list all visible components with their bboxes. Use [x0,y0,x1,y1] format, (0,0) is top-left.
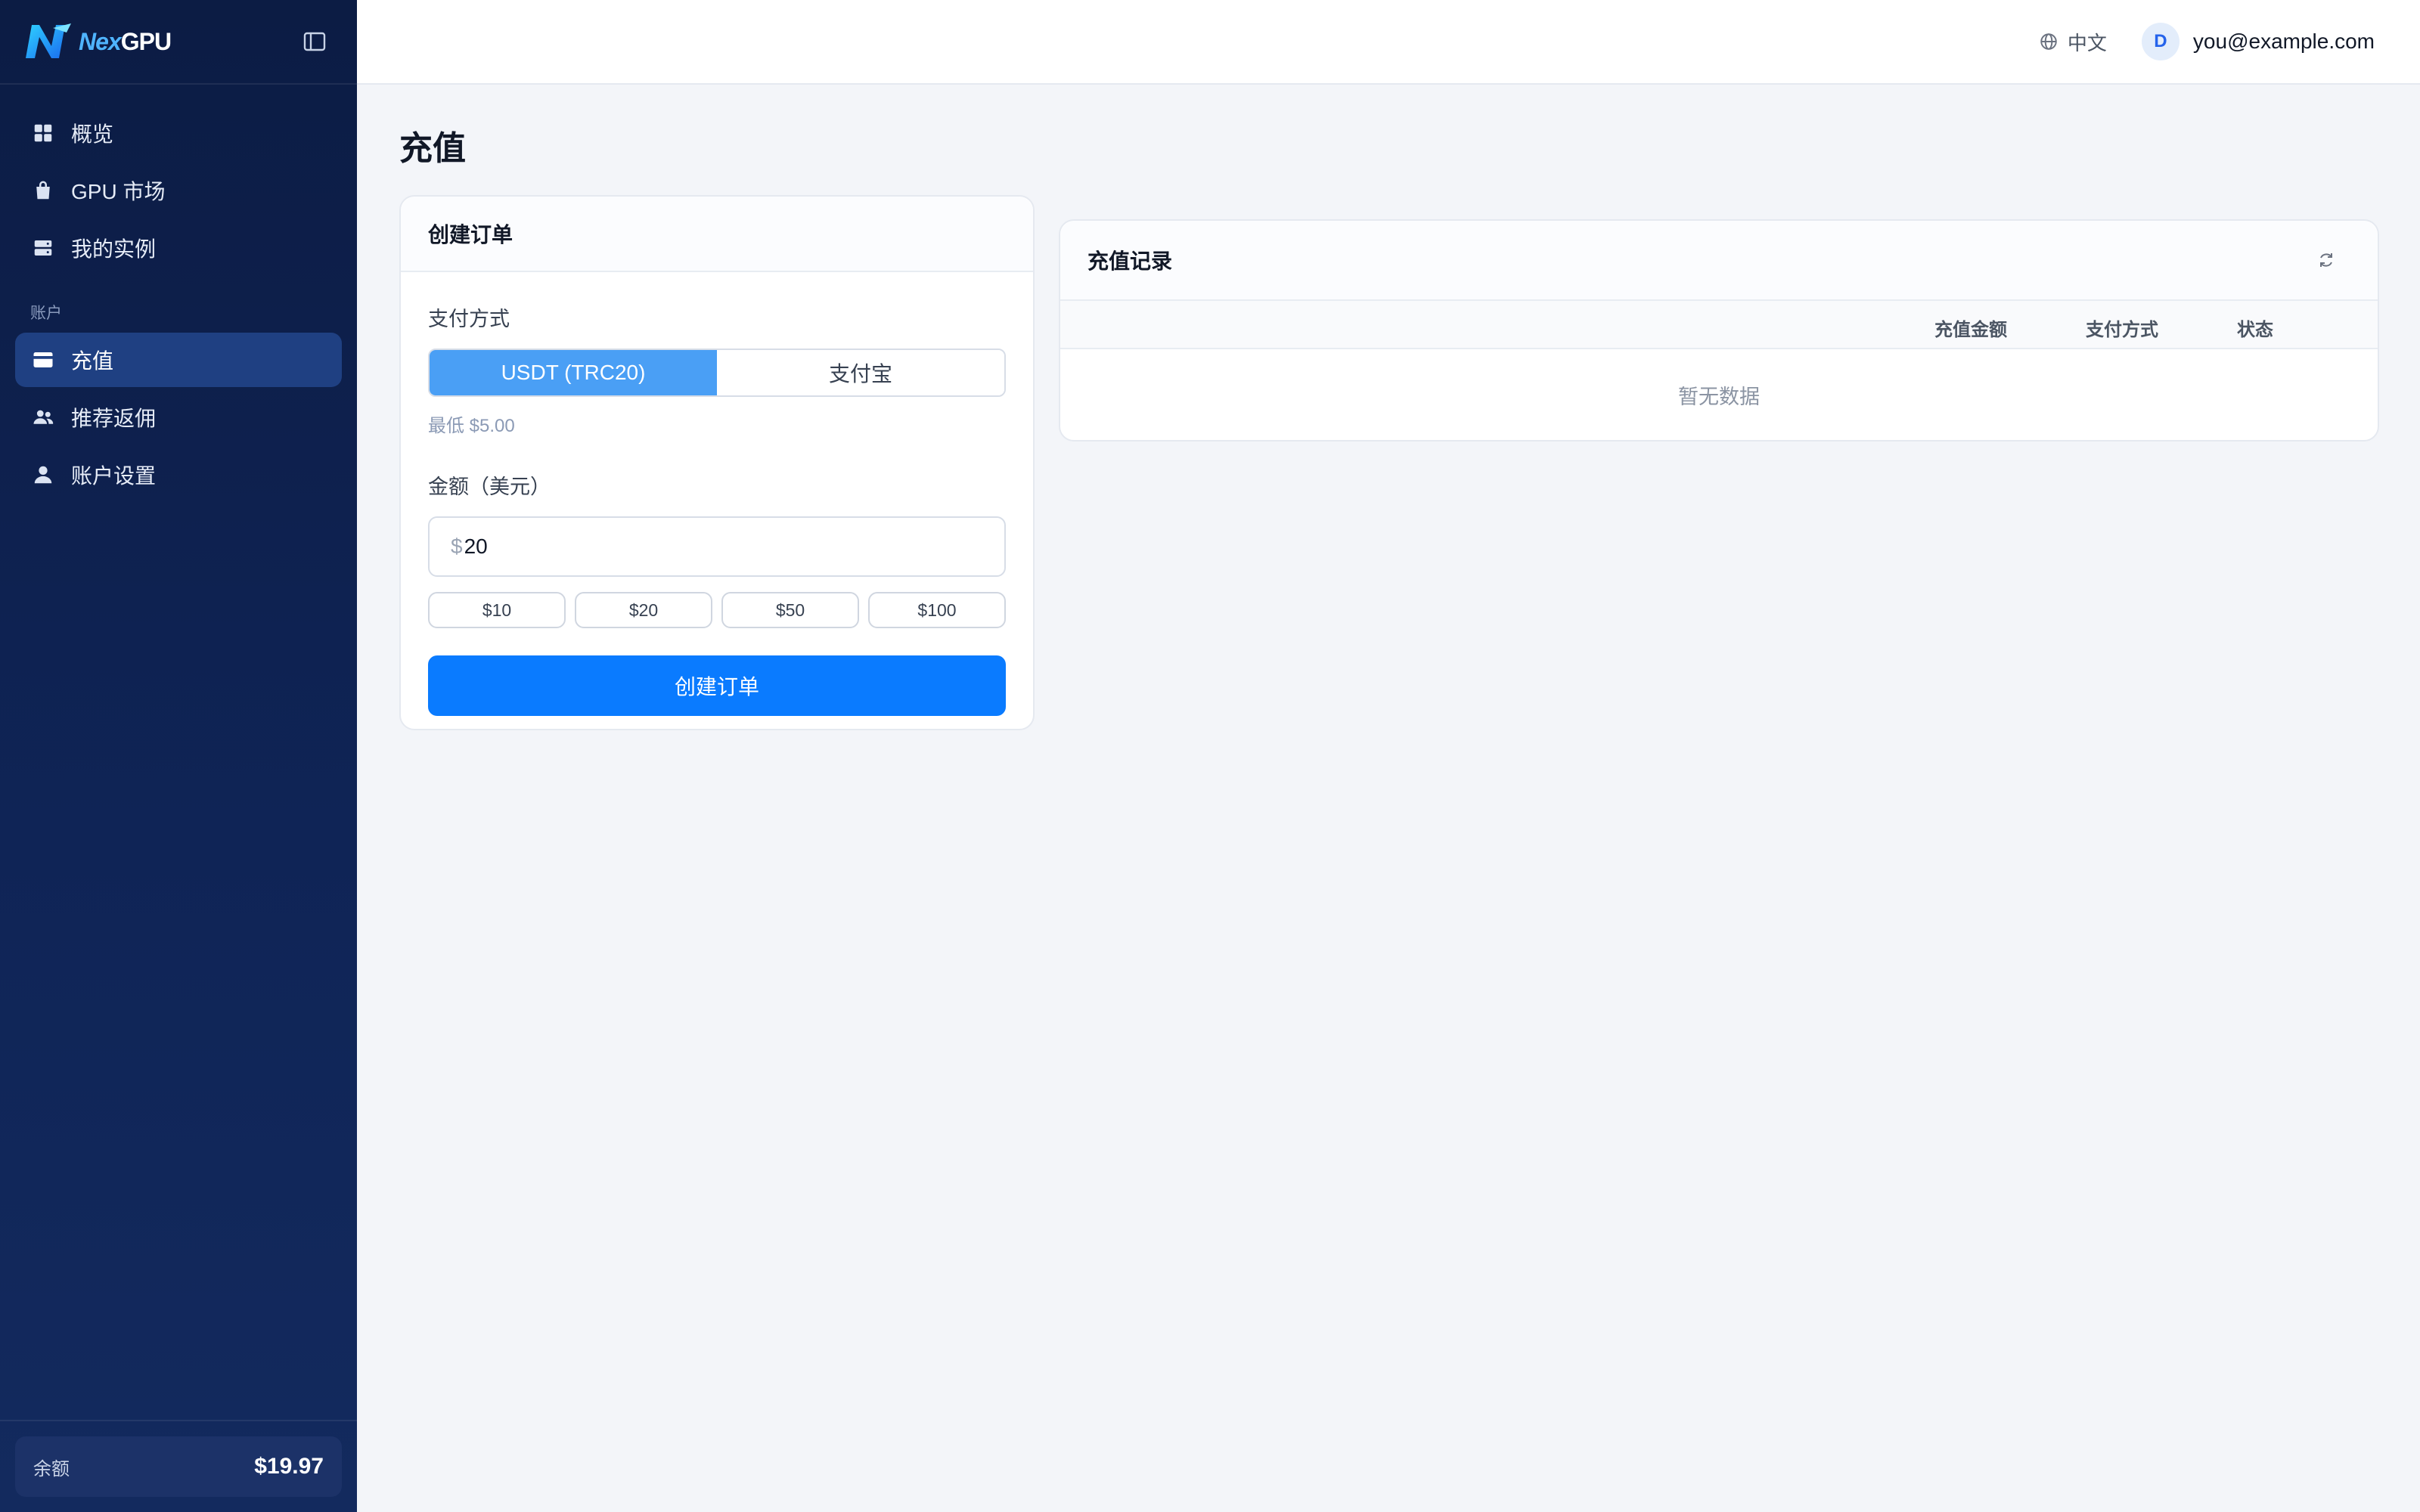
sidebar-panel-icon [303,32,326,51]
currency-prefix: $ [451,534,463,558]
recharge-records-card: 充值记录 充值金额 支付方式 状态 暂无数据 [1059,219,2379,442]
sidebar-toggle-button[interactable] [299,26,330,57]
sidebar-header: NexGPU [0,0,357,85]
sidebar-item-recharge[interactable]: 充值 [15,333,342,387]
language-label: 中文 [2067,31,2107,54]
column-status: 状态 [2237,320,2273,340]
minimum-amount-hint: 最低 $5.00 [428,416,515,436]
refresh-icon [2320,253,2332,267]
sidebar-nav: 概览 GPU 市场 我的实例 账户 充值 推荐返佣 账户设置 [0,85,357,502]
sidebar-item-gpu-market[interactable]: GPU 市场 [15,163,342,218]
brand-logo[interactable]: NexGPU [21,20,172,63]
balance-panel: 余额 $19.97 [15,1436,342,1497]
records-empty-state: 暂无数据 [1678,385,1760,408]
column-amount: 充值金额 [1934,320,2007,340]
create-order-card: 创建订单 支付方式 USDT (TRC20) 支付宝 最低 $5.00 金额（美… [399,195,1035,730]
topbar: 中文 D you@example.com [357,0,2420,85]
preset-100-button[interactable]: $100 [868,592,1006,628]
sidebar-item-label: 推荐返佣 [71,407,157,430]
server-icon [34,240,52,256]
sidebar-item-label: 充值 [71,349,114,373]
records-table-header: 充值金额 支付方式 状态 [1060,301,2378,349]
payment-method-label: 支付方式 [428,308,510,330]
sidebar-item-label: 概览 [71,122,114,146]
avatar: D [2141,23,2180,60]
user-email: you@example.com [2192,29,2375,53]
sidebar-item-label: 我的实例 [71,237,157,261]
logo-mark-icon [26,23,71,58]
grid-icon [34,124,52,142]
records-title: 充值记录 [1087,249,1173,273]
sidebar-item-account-settings[interactable]: 账户设置 [15,448,342,502]
sidebar: NexGPU 概览 GPU 市场 我的实例 账户 充值 推荐返佣 账户设置 余额… [0,0,357,1512]
create-order-title: 创建订单 [401,197,1033,272]
sidebar-footer: 余额 $19.97 [0,1420,357,1512]
preset-50-button[interactable]: $50 [721,592,859,628]
sidebar-item-label: 账户设置 [71,464,157,488]
sidebar-item-referral[interactable]: 推荐返佣 [15,390,342,445]
bag-icon [36,181,50,200]
payment-option-alipay[interactable]: 支付宝 [717,350,1004,395]
sidebar-item-overview[interactable]: 概览 [15,106,342,160]
globe-icon [2040,33,2057,50]
column-payment-method: 支付方式 [2086,320,2158,340]
amount-presets: $10 $20 $50 $100 [428,592,1006,628]
brand-name: NexGPU [79,27,172,55]
balance-value: $19.97 [254,1454,324,1479]
payment-method-segmented: USDT (TRC20) 支付宝 [428,349,1006,397]
preset-10-button[interactable]: $10 [428,592,566,628]
users-icon [33,410,54,424]
payment-option-usdt[interactable]: USDT (TRC20) [430,350,717,395]
card-icon [33,352,53,367]
preset-20-button[interactable]: $20 [575,592,712,628]
records-header: 充值记录 [1060,221,2378,301]
language-switcher[interactable]: 中文 [2039,28,2107,56]
create-order-button[interactable]: 创建订单 [428,655,1006,716]
refresh-button[interactable] [2317,251,2335,269]
amount-label: 金额（美元） [428,476,551,498]
sidebar-item-label: GPU 市场 [71,180,166,203]
page-title: 充值 [399,130,466,167]
user-menu[interactable]: D you@example.com [2141,23,2375,60]
sidebar-section-account: 账户 [30,305,62,322]
amount-field[interactable]: $ [428,516,1006,577]
amount-input[interactable] [464,534,918,559]
balance-label: 余额 [33,1458,70,1479]
user-icon [34,466,52,484]
sidebar-item-my-instances[interactable]: 我的实例 [15,221,342,275]
